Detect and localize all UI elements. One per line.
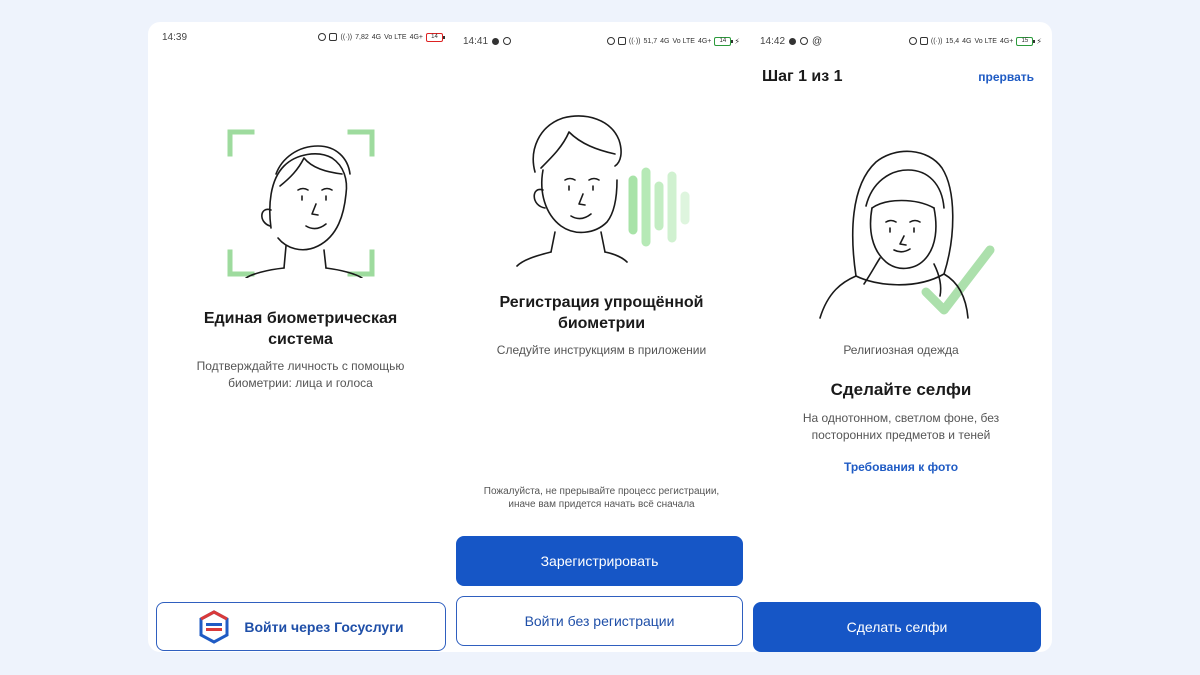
alarm-icon: [908, 37, 917, 45]
volte-label: Vo LTE: [672, 37, 695, 45]
chat-notification-icon: [492, 37, 500, 45]
page-title: Сделайте селфи: [830, 380, 972, 399]
face-scan-illustration: [227, 129, 375, 278]
battery-icon: 14: [426, 32, 445, 42]
status-time: 14:41: [463, 35, 489, 47]
status-bar: 14:42 @ ((·)) 15,4 4G Vo LTE 4G+ 15 ⚡: [760, 34, 1042, 48]
network-label: 4G: [962, 37, 972, 45]
battery-icon: 14: [714, 36, 734, 46]
network-label-2: 4G+: [999, 37, 1014, 45]
screen-selfie: 14:42 @ ((·)) 15,4 4G Vo LTE 4G+ 15 ⚡ Ша…: [750, 22, 1052, 652]
status-bar: 14:41 ((·)) 51,7 4G Vo LTE 4G+ 14 ⚡: [463, 34, 740, 48]
gosuslugi-login-button[interactable]: Войти через Госуслуги: [156, 602, 446, 651]
alarm-icon: [606, 37, 615, 45]
nfc-icon: [329, 33, 338, 41]
photo-requirements-link[interactable]: Требования к фото: [750, 460, 1052, 474]
page-title: Единая биометрическая система: [203, 310, 398, 348]
whatsapp-notification-icon: [800, 37, 809, 45]
register-button[interactable]: Зарегистрировать: [456, 536, 743, 586]
net-speed: 15,4: [945, 37, 960, 45]
voice-face-illustration: [516, 115, 690, 267]
volte-label: Vo LTE: [384, 33, 407, 41]
nfc-icon: [617, 37, 626, 45]
battery-icon: 15: [1016, 36, 1036, 46]
take-selfie-button[interactable]: Сделать селфи: [753, 602, 1041, 652]
login-without-registration-button[interactable]: Войти без регистрации: [456, 596, 743, 646]
nfc-icon: [919, 37, 928, 45]
network-label: 4G: [660, 37, 670, 45]
at-notification-icon: @: [812, 35, 823, 47]
step-indicator: Шаг 1 из 1: [762, 68, 843, 85]
page-subtitle: Следуйте инструкциям в приложении: [496, 343, 707, 357]
screen-biometric-intro: 14:39 ((·)) 7,82 4G Vo LTE 4G+ 14 Единая…: [148, 22, 453, 652]
chat-notification-icon: [789, 37, 797, 45]
gosuslugi-logo-icon: [199, 609, 229, 644]
net-speed: 7,82: [355, 33, 369, 41]
screenshots-card: 14:39 ((·)) 7,82 4G Vo LTE 4G+ 14 Единая…: [148, 22, 1052, 652]
volte-label: Vo LTE: [974, 37, 997, 45]
page-title: Регистрация упрощённой биометрии: [499, 294, 704, 332]
status-time: 14:39: [162, 31, 188, 43]
status-bar: 14:39 ((·)) 7,82 4G Vo LTE 4G+ 14: [162, 30, 445, 44]
hotspot-icon: ((·)): [340, 33, 353, 41]
network-label-2: 4G+: [409, 33, 423, 41]
screen-registration: 14:41 ((·)) 51,7 4G Vo LTE 4G+ 14 ⚡ Реги…: [453, 22, 750, 652]
page-subtitle: На однотонном, светлом фоне, без посторо…: [802, 411, 1000, 442]
hotspot-icon: ((·)): [628, 37, 641, 45]
network-label-2: 4G+: [697, 37, 712, 45]
net-speed: 51,7: [643, 37, 658, 45]
charging-icon: ⚡: [734, 36, 740, 46]
whatsapp-notification-icon: [503, 37, 512, 45]
no-interrupt-warning: Пожалуйста, не прерывайте процесс регист…: [483, 486, 720, 510]
illustration-caption: Религиозная одежда: [843, 343, 959, 357]
abort-link[interactable]: прервать: [978, 70, 1034, 84]
gosuslugi-login-label: Войти через Госуслуги: [244, 618, 404, 635]
network-label: 4G: [371, 33, 382, 41]
hotspot-icon: ((·)): [930, 37, 943, 45]
alarm-icon: [318, 33, 327, 41]
page-subtitle: Подтверждайте личность с помощью биометр…: [196, 359, 405, 390]
status-time: 14:42: [760, 35, 786, 47]
charging-icon: ⚡: [1036, 36, 1042, 46]
headscarf-selfie-illustration: [819, 150, 995, 319]
